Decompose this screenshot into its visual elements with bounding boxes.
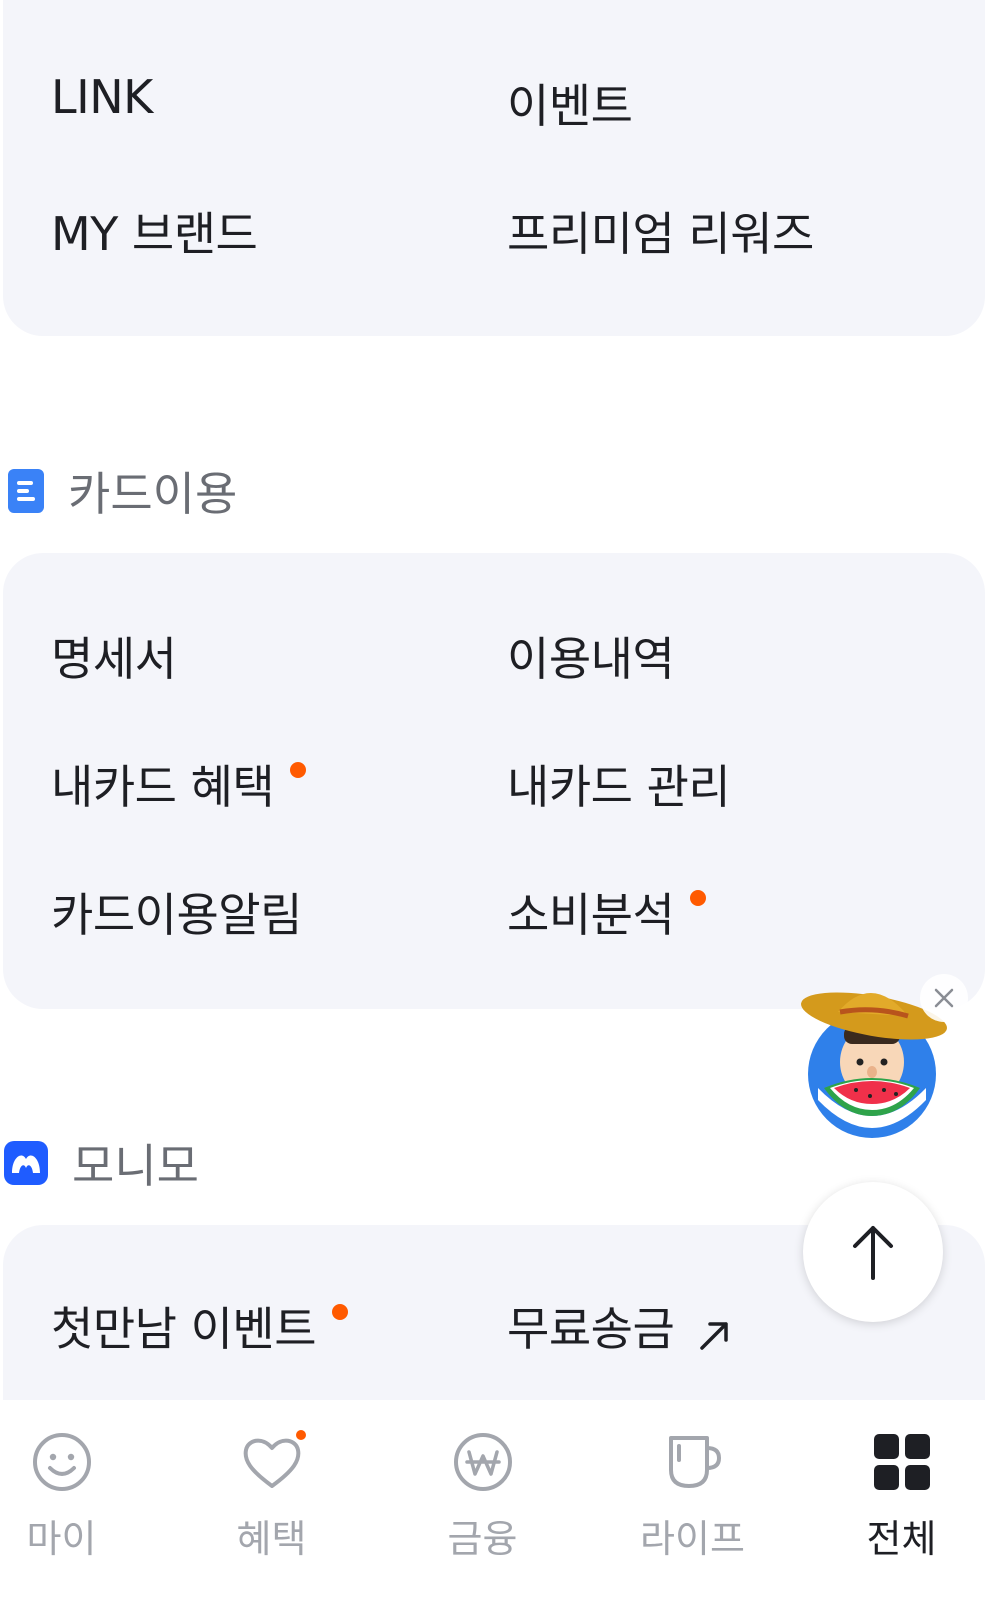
- grid-icon: [870, 1430, 934, 1494]
- external-link-arrow-icon: [698, 1309, 732, 1350]
- tab-notification-dot: [293, 1428, 308, 1442]
- section-title: 모니모: [72, 1139, 199, 1193]
- tab-all[interactable]: 전체: [803, 1400, 985, 1608]
- tab-finance[interactable]: 금융: [384, 1400, 581, 1608]
- menu-item-my-card-management[interactable]: 내카드 관리: [507, 751, 731, 817]
- tab-benefits[interactable]: 혜택: [173, 1400, 370, 1608]
- tab-my[interactable]: 마이: [0, 1400, 160, 1608]
- menu-item-spending-analysis[interactable]: 소비분석: [507, 879, 707, 945]
- menu-item-label: 무료송금: [507, 1302, 675, 1356]
- smiley-icon: [30, 1430, 94, 1494]
- menu-item-link[interactable]: LINK: [51, 70, 153, 124]
- menu-item-label: 내카드 관리: [507, 760, 731, 814]
- menu-item-label: 프리미엄 리워즈: [507, 207, 814, 261]
- arrow-up-icon: [853, 1226, 893, 1280]
- section-title: 카드이용: [68, 467, 238, 521]
- menu-item-label: MY 브랜드: [51, 207, 258, 261]
- monimo-logo-icon: [4, 1141, 48, 1185]
- cup-icon: [661, 1430, 725, 1494]
- menu-item-premium-rewards[interactable]: 프리미엄 리워즈: [507, 198, 814, 264]
- scroll-to-top-button[interactable]: [803, 1182, 943, 1322]
- menu-item-label: 명세서: [51, 632, 177, 686]
- menu-item-usage-history[interactable]: 이용내역: [507, 623, 675, 689]
- section-heading-card-usage: 카드이용: [8, 458, 237, 524]
- menu-item-card-usage-alerts[interactable]: 카드이용알림: [51, 879, 302, 945]
- tab-label: 전체: [866, 1517, 937, 1561]
- new-badge-dot: [290, 762, 307, 778]
- menu-item-free-transfer[interactable]: 무료송금: [507, 1293, 732, 1359]
- document-icon: [8, 469, 44, 513]
- menu-item-label: 내카드 혜택: [51, 760, 275, 814]
- tab-life[interactable]: 라이프: [594, 1400, 791, 1608]
- promo-close-button[interactable]: [920, 974, 968, 1022]
- menu-item-label: 카드이용알림: [51, 888, 302, 942]
- menu-item-label: 첫만남 이벤트: [51, 1302, 317, 1356]
- menu-item-first-meeting-event[interactable]: 첫만남 이벤트: [51, 1293, 349, 1359]
- menu-item-label: 이벤트: [507, 79, 633, 133]
- close-icon: [934, 988, 954, 1008]
- menu-item-my-brand[interactable]: MY 브랜드: [51, 198, 258, 264]
- menu-item-statement[interactable]: 명세서: [51, 623, 177, 689]
- menu-item-my-card-benefits[interactable]: 내카드 혜택: [51, 751, 307, 817]
- menu-item-label: 이용내역: [507, 632, 675, 686]
- new-badge-dot: [332, 1304, 349, 1320]
- section-heading-monimo: 모니모: [4, 1130, 199, 1196]
- tab-label: 마이: [26, 1517, 97, 1561]
- card-usage-panel: 명세서 이용내역 내카드 혜택 내카드 관리 카드이용알림 소비분석: [3, 553, 985, 1009]
- menu-item-event[interactable]: 이벤트: [507, 70, 633, 136]
- tab-label: 혜택: [236, 1517, 307, 1561]
- bottom-tab-bar: 마이 혜택 금융 라이프 전체: [0, 1400, 985, 1608]
- top-menu-panel: LINK 이벤트 MY 브랜드 프리미엄 리워즈: [3, 0, 985, 336]
- menu-item-label: LINK: [51, 70, 153, 124]
- new-badge-dot: [690, 890, 707, 906]
- won-coin-icon: [451, 1430, 515, 1494]
- tab-label: 금융: [447, 1517, 518, 1561]
- menu-item-label: 소비분석: [507, 888, 675, 942]
- app-root: LINK 이벤트 MY 브랜드 프리미엄 리워즈 카드이용 명세서 이용내역 내…: [0, 0, 985, 1608]
- heart-icon: [240, 1428, 308, 1494]
- tab-label: 라이프: [640, 1517, 745, 1561]
